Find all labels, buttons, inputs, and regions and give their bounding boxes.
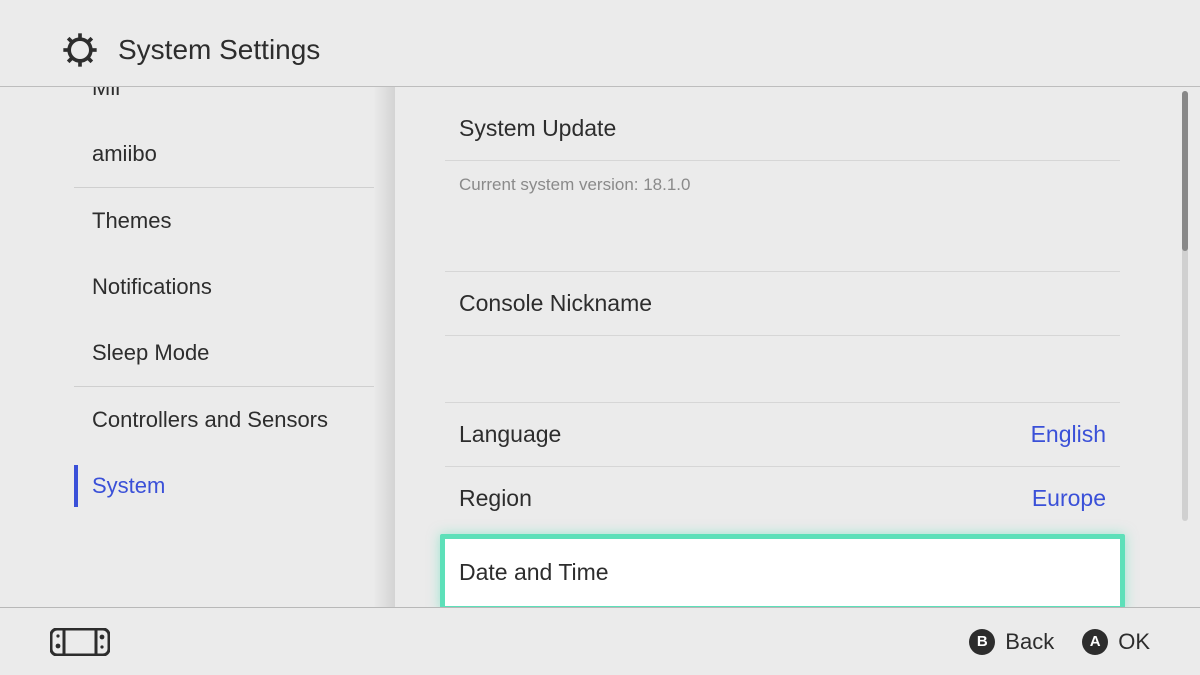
sidebar-item-notifications[interactable]: Notifications	[74, 254, 395, 320]
row-label: System Update	[459, 115, 616, 142]
row-label: Console Nickname	[459, 290, 652, 317]
content-panel: System Update Current system version: 18…	[395, 87, 1200, 607]
row-label: Language	[459, 421, 561, 448]
sidebar-item-label: Notifications	[92, 274, 212, 299]
sidebar-item-label: Mii	[92, 87, 120, 100]
sidebar-item-label: Themes	[92, 208, 171, 233]
row-label: Region	[459, 485, 532, 512]
page-title: System Settings	[118, 34, 320, 66]
footer: B Back A OK	[0, 607, 1200, 675]
row-region[interactable]: Region Europe	[445, 466, 1120, 530]
row-console-nickname[interactable]: Console Nickname	[445, 271, 1120, 335]
console-icon[interactable]	[50, 628, 110, 656]
gear-icon	[60, 30, 100, 70]
sidebar-item-amiibo[interactable]: amiibo	[74, 121, 395, 187]
hint-label: Back	[1005, 629, 1054, 655]
hint-back[interactable]: B Back	[969, 629, 1054, 655]
main-body: Mii amiibo Themes Notifications Sleep Mo…	[0, 87, 1200, 607]
sidebar: Mii amiibo Themes Notifications Sleep Mo…	[0, 87, 395, 607]
console-nickname-divider	[445, 335, 1120, 380]
hint-label: OK	[1118, 629, 1150, 655]
sidebar-item-mii[interactable]: Mii	[74, 87, 395, 121]
b-button-icon: B	[969, 629, 995, 655]
row-language[interactable]: Language English	[445, 402, 1120, 466]
scrollbar[interactable]	[1182, 91, 1188, 521]
row-label: Date and Time	[459, 559, 609, 586]
sidebar-item-label: amiibo	[92, 141, 157, 166]
a-button-icon: A	[1082, 629, 1108, 655]
sidebar-item-sleep-mode[interactable]: Sleep Mode	[74, 320, 395, 386]
sidebar-item-themes[interactable]: Themes	[74, 188, 395, 254]
system-update-subtext: Current system version: 18.1.0	[445, 160, 1120, 225]
hint-ok[interactable]: A OK	[1082, 629, 1150, 655]
scrollbar-thumb[interactable]	[1182, 91, 1188, 251]
sidebar-item-label: Sleep Mode	[92, 340, 209, 365]
sidebar-item-label: System	[92, 473, 165, 498]
sidebar-item-controllers-sensors[interactable]: Controllers and Sensors	[74, 387, 395, 453]
row-value: Europe	[1032, 485, 1106, 512]
row-value: English	[1031, 421, 1106, 448]
sidebar-item-system[interactable]: System	[74, 453, 395, 519]
sidebar-item-label: Controllers and Sensors	[92, 407, 328, 432]
header: System Settings	[0, 0, 1200, 86]
row-system-update[interactable]: System Update	[445, 89, 1120, 160]
row-date-and-time[interactable]: Date and Time	[440, 534, 1125, 607]
